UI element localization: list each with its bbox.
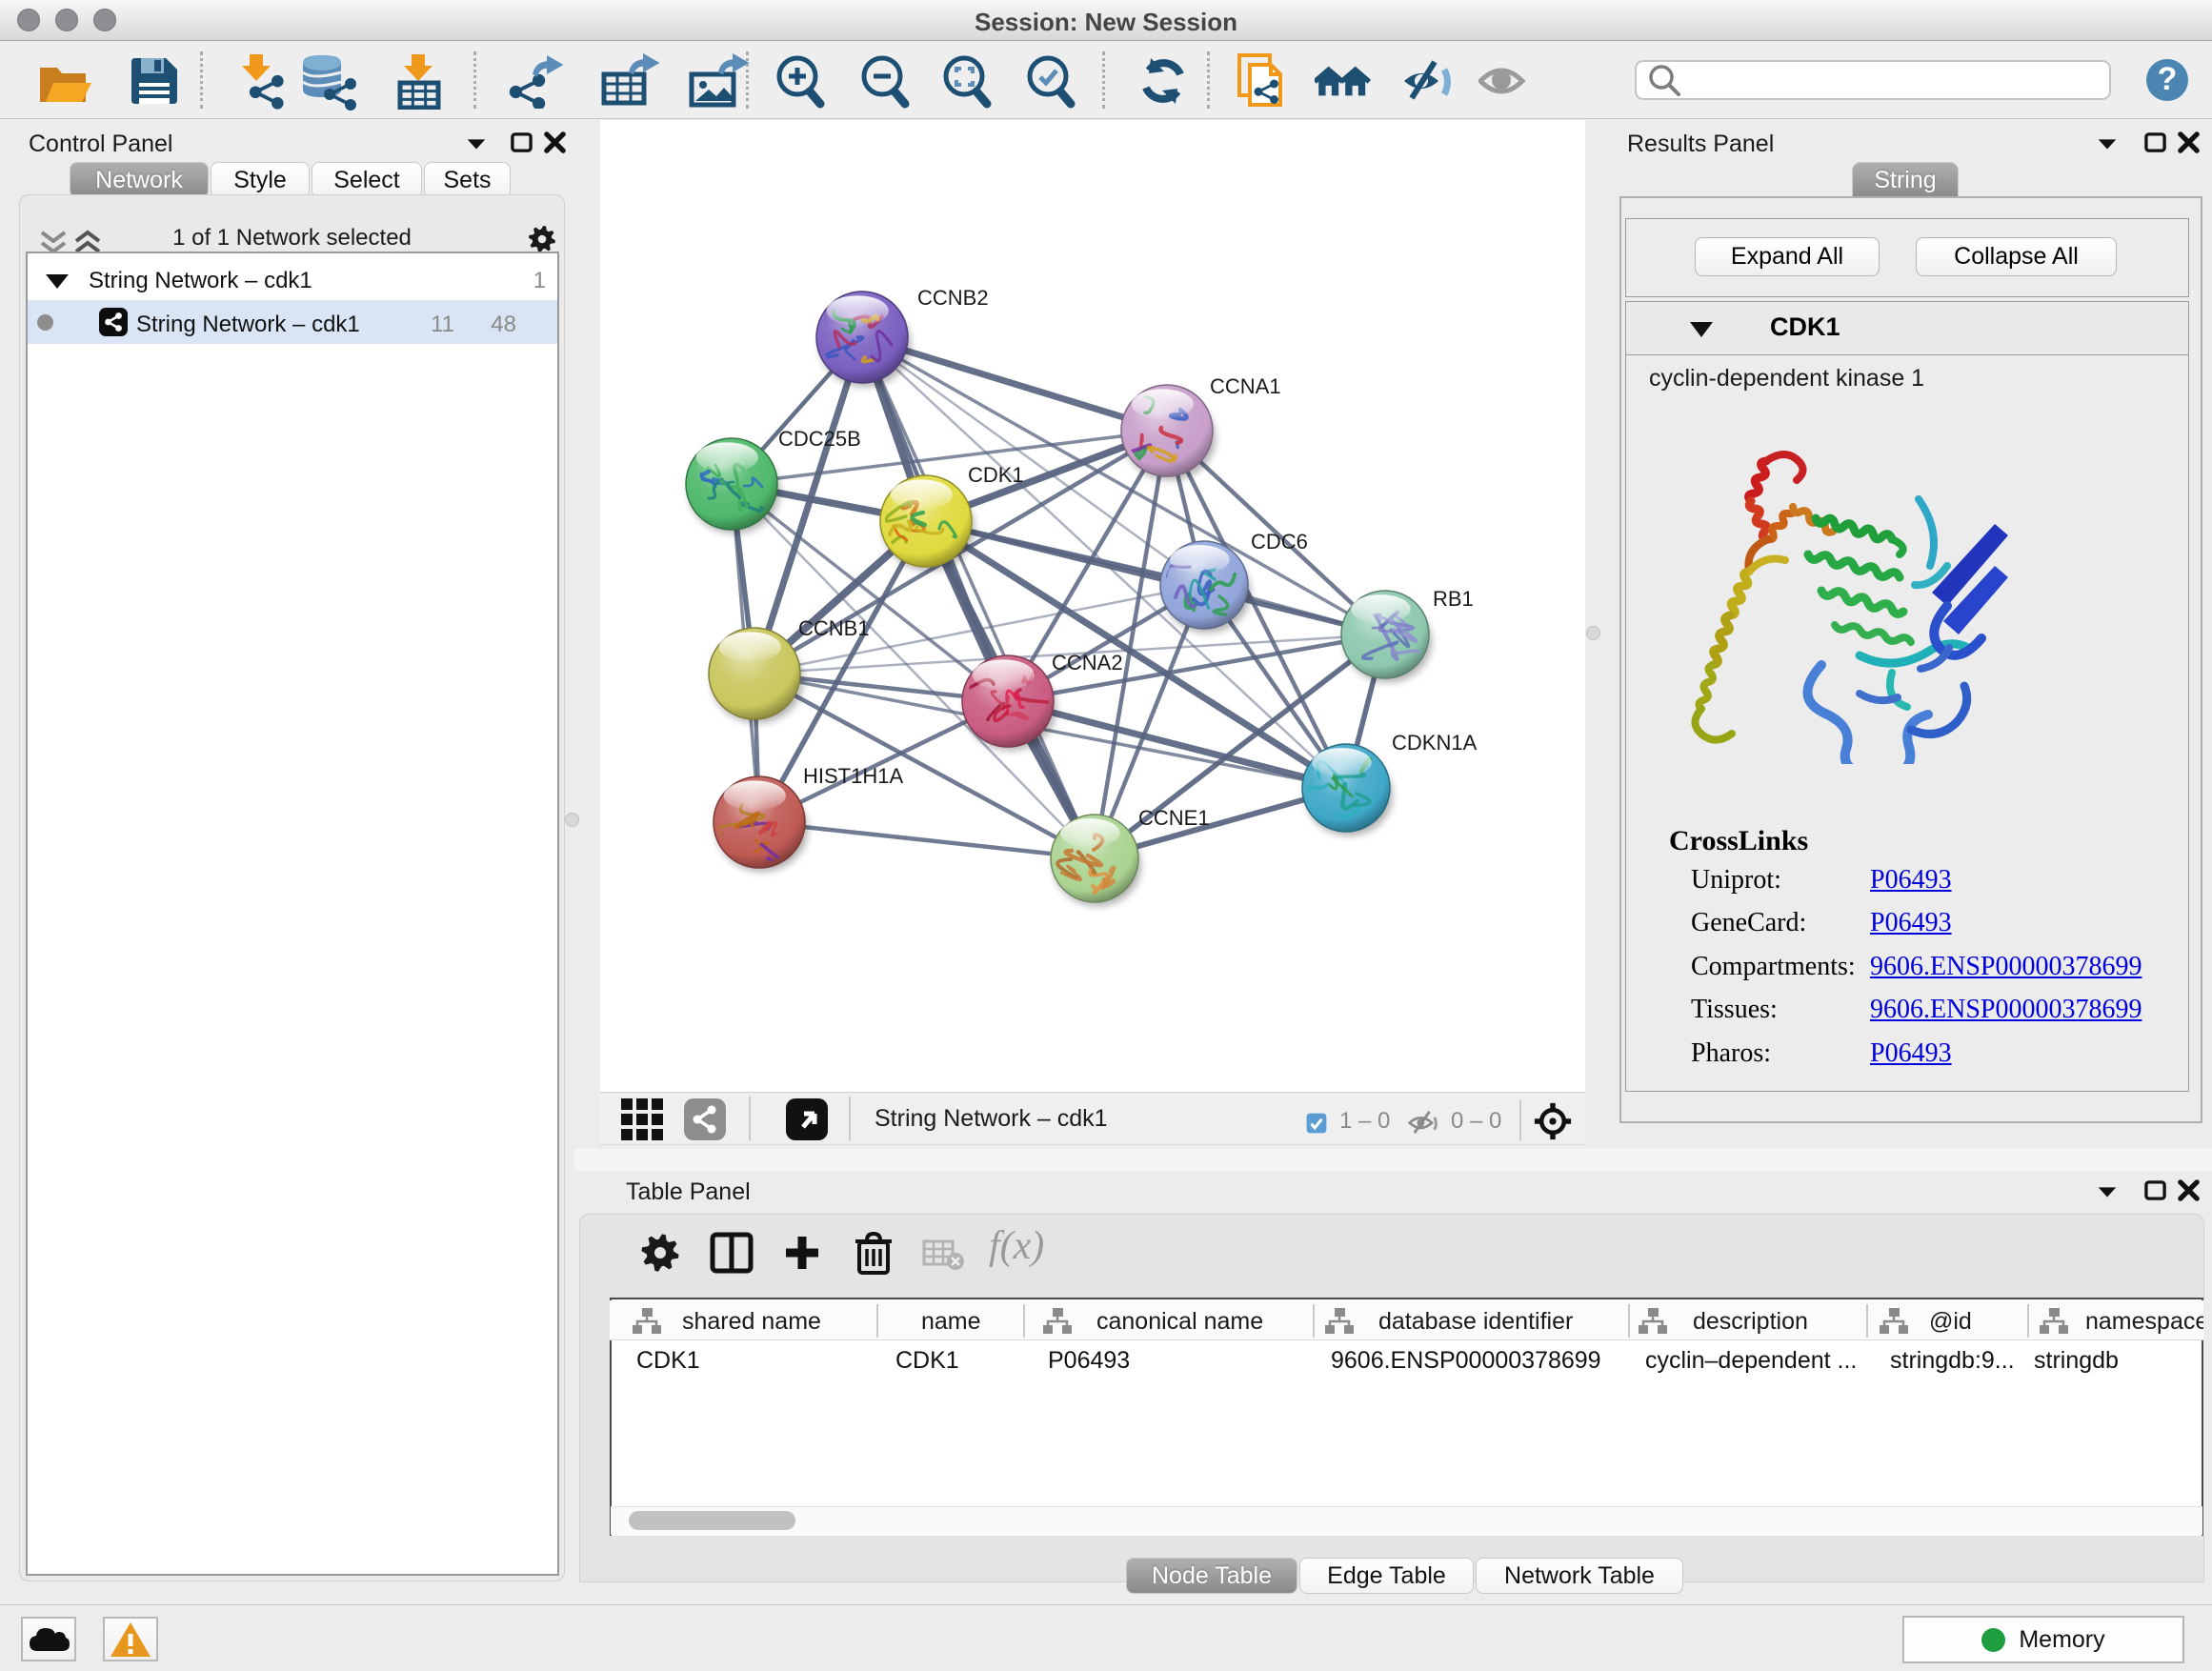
svg-text:CCNA2: CCNA2 xyxy=(1052,651,1123,674)
svg-text:CCNA1: CCNA1 xyxy=(1210,374,1281,398)
svg-text:CDKN1A: CDKN1A xyxy=(1392,731,1478,755)
svg-text:CCNB2: CCNB2 xyxy=(917,286,989,310)
svg-text:?: ? xyxy=(2158,61,2178,97)
svg-text:HIST1H1A: HIST1H1A xyxy=(803,764,903,788)
svg-text:RB1: RB1 xyxy=(1433,587,1474,611)
svg-text:CDC6: CDC6 xyxy=(1251,530,1308,554)
svg-text:CCNE1: CCNE1 xyxy=(1138,806,1210,830)
svg-text:CDC25B: CDC25B xyxy=(778,427,861,451)
svg-text:CCNB1: CCNB1 xyxy=(798,616,870,640)
svg-text:CDK1: CDK1 xyxy=(968,463,1024,487)
